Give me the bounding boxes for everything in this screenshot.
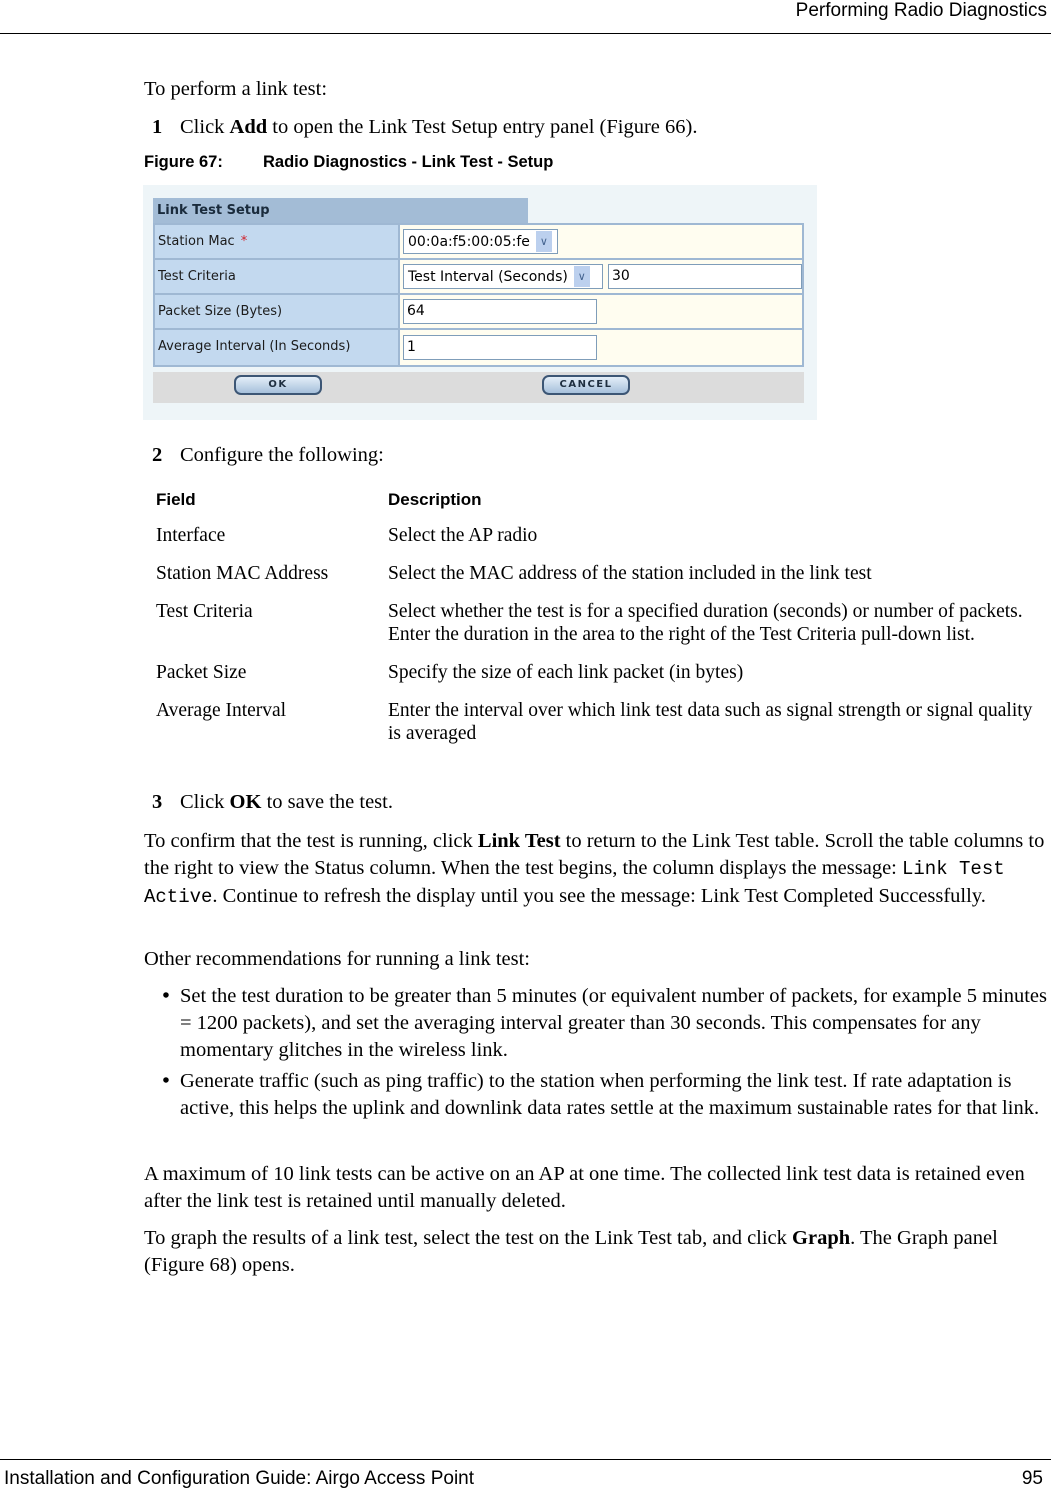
confirm-paragraph: To confirm that the test is running, cli… [144,830,1045,908]
ok-button[interactable]: OK [234,375,322,395]
list-item: • Set the test duration to be greater th… [152,983,1049,1064]
table-row: Average Interval Enter the interval over… [156,700,1033,744]
table-header: Field Description [156,490,482,509]
table-row: Station MAC Address Select the MAC addre… [156,563,872,584]
average-interval-input[interactable]: 1 [403,335,597,360]
link-test-setup-form: Station Mac * 00:0a:f5:00:05:fe ∨ Test Cr… [153,223,804,367]
figure-title: Radio Diagnostics - Link Test - Setup [263,153,554,171]
packet-size-input[interactable]: 64 [403,299,597,324]
cancel-button[interactable]: CANCEL [542,375,630,395]
table-row: Packet Size Specify the size of each lin… [156,662,744,683]
footer-guide-title: Installation and Configuration Guide: Ai… [4,1468,475,1489]
required-marker: * [240,234,248,249]
field-description-table: Field Description Interface Select the A… [156,488,1036,760]
intro-text: To perform a link test: [144,78,328,100]
step-number: 3 [152,791,163,813]
form-row-average-interval: Average Interval (In Seconds) 1 [155,330,802,365]
field-label: Station Mac * [155,225,398,258]
figure-caption: Figure 67: Radio Diagnostics - Link Test … [144,153,553,172]
table-row: Interface Select the AP radio [156,525,538,546]
station-mac-select[interactable]: 00:0a:f5:00:05:fe ∨ [403,229,558,254]
form-row-packet-size: Packet Size (Bytes) 64 [155,295,802,330]
graph-paragraph: To graph the results of a link test, sel… [144,1227,998,1276]
button-bar: OK CANCEL [153,372,804,403]
step-3: 3 Click OK to save the test. [152,789,393,816]
running-header: Performing Radio Diagnostics [795,0,1047,21]
step-2: 2 Configure the following: [152,442,384,469]
step-number: 1 [152,116,163,138]
field-label: Test Criteria [155,260,398,293]
recommendations-list: • Set the test duration to be greater th… [152,983,1049,1126]
test-duration-input[interactable]: 30 [608,264,802,289]
maximum-tests-paragraph: A maximum of 10 link tests can be active… [144,1163,1025,1212]
bullet-icon: • [162,1070,170,1092]
page-number: 95 [1021,1468,1043,1489]
recommendations-intro: Other recommendations for running a link… [144,948,530,970]
header-rule [0,33,1051,34]
field-label: Average Interval (In Seconds) [155,330,398,365]
form-title: Link Test Setup [153,198,528,224]
list-item: • Generate traffic (such as ping traffic… [152,1068,1049,1122]
bullet-icon: • [162,985,170,1007]
chevron-down-icon[interactable]: ∨ [535,231,552,252]
link-test-setup-figure: Link Test Setup Station Mac * 00:0a:f5:00… [143,185,817,420]
table-row: Test Criteria Select whether the test is… [156,601,1023,645]
field-label: Packet Size (Bytes) [155,295,398,328]
form-row-station-mac: Station Mac * 00:0a:f5:00:05:fe ∨ [155,225,802,260]
footer-rule [0,1459,1051,1460]
step-1: 1 Click Add to open the Link Test Setup e… [152,114,697,141]
step-number: 2 [152,444,163,466]
test-criteria-select[interactable]: Test Interval (Seconds) ∨ [403,264,603,289]
chevron-down-icon[interactable]: ∨ [573,266,590,287]
figure-number: Figure 67: [144,153,223,171]
form-row-test-criteria: Test Criteria Test Interval (Seconds) ∨ … [155,260,802,295]
